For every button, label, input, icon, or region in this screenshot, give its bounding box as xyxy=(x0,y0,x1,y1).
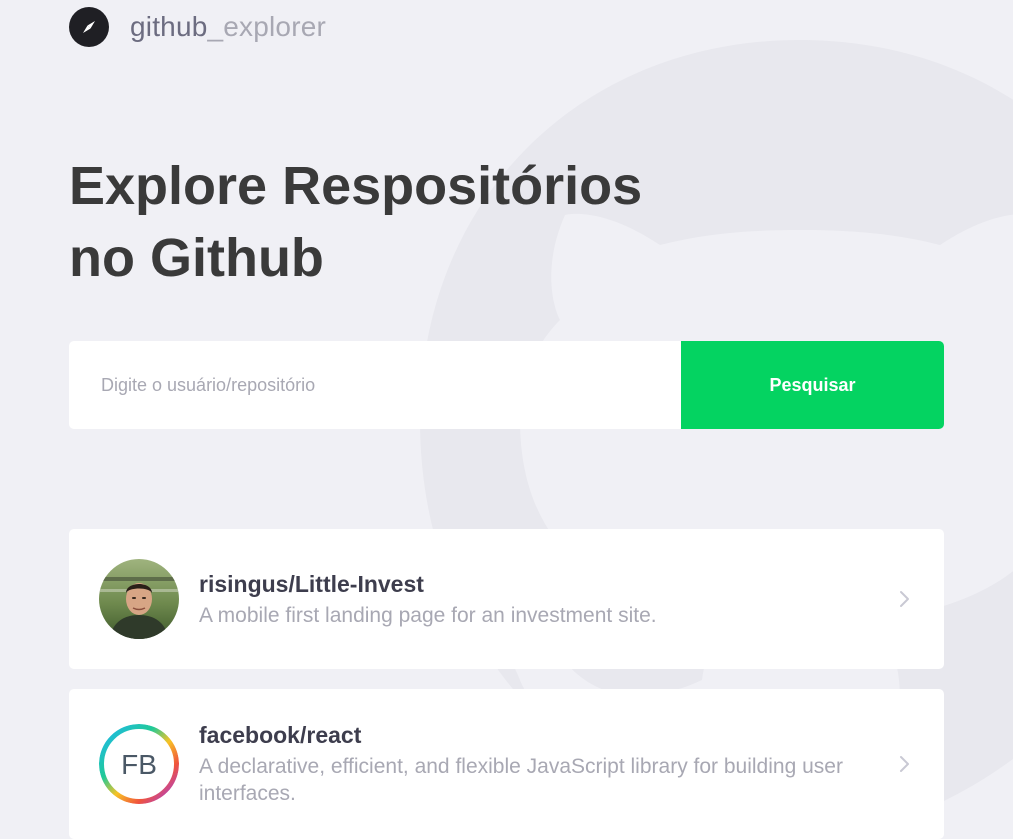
page-title-line1: Explore Respositórios xyxy=(69,156,643,216)
app-name-part2: _explorer xyxy=(207,11,327,42)
page: github_explorer Explore Respositórios no… xyxy=(0,0,1013,839)
search-form: Pesquisar xyxy=(69,341,944,429)
search-input[interactable] xyxy=(69,341,681,429)
repository-name: risingus/Little-Invest xyxy=(199,570,424,597)
fb-logo-avatar: FB xyxy=(99,724,179,804)
app-name-part1: github xyxy=(130,11,208,42)
user-photo-avatar xyxy=(99,559,179,639)
repository-item[interactable]: risingus/Little-Invest A mobile first la… xyxy=(69,529,944,669)
repository-description: A declarative, efficient, and flexible J… xyxy=(199,755,843,805)
page-title-line2: no Github xyxy=(69,228,324,288)
repository-list: risingus/Little-Invest A mobile first la… xyxy=(69,529,944,839)
compass-icon[interactable] xyxy=(69,7,109,47)
repository-name: facebook/react xyxy=(199,722,362,748)
chevron-right-icon xyxy=(894,589,914,609)
repository-info: facebook/react A declarative, efficient,… xyxy=(199,721,874,807)
chevron-right-icon xyxy=(894,754,914,774)
fb-logo-text: FB xyxy=(121,749,157,780)
app-name[interactable]: github_explorer xyxy=(130,11,326,43)
search-button[interactable]: Pesquisar xyxy=(681,341,944,429)
header: github_explorer xyxy=(69,7,326,47)
repository-info: risingus/Little-Invest A mobile first la… xyxy=(199,570,874,629)
repository-item[interactable]: FB facebook/react A declarative, efficie… xyxy=(69,689,944,839)
page-title: Explore Respositórios no Github xyxy=(69,150,709,294)
repository-description: A mobile first landing page for an inves… xyxy=(199,603,657,627)
